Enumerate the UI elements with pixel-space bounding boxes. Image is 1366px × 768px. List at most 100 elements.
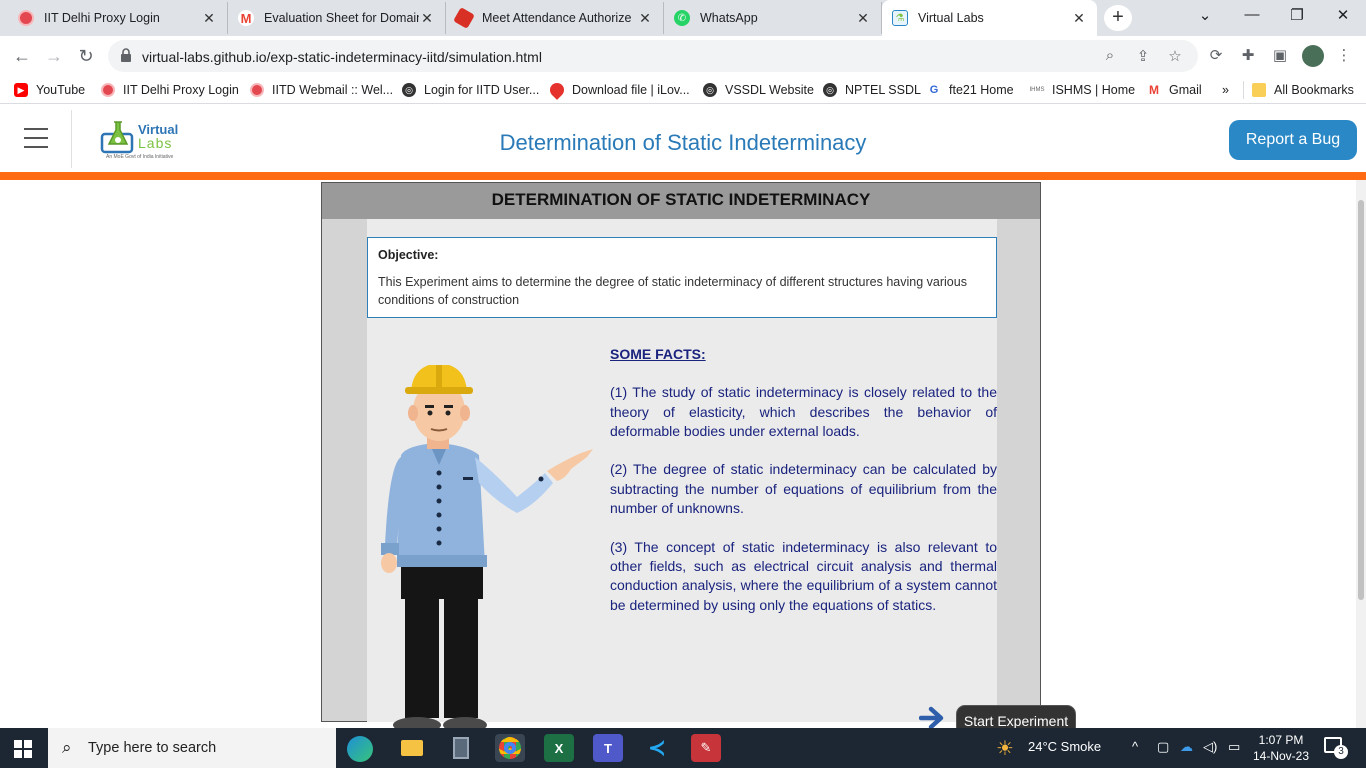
all-bookmarks-label: All Bookmarks bbox=[1274, 83, 1354, 97]
gmail-icon: M bbox=[1147, 83, 1161, 97]
windows-start-icon[interactable] bbox=[14, 740, 32, 758]
fact-item: (1) The study of static indeterminacy is… bbox=[610, 384, 997, 439]
iitd-icon bbox=[18, 10, 34, 26]
bookmark-nptel-ssdl[interactable]: ◎ NPTEL SSDL bbox=[823, 81, 921, 99]
menu-kebab-icon[interactable]: ⋮ bbox=[1334, 46, 1354, 66]
pdf-app-icon[interactable]: ✎ bbox=[691, 734, 721, 762]
vscode-icon[interactable]: ≺ bbox=[642, 734, 672, 762]
bookmark-youtube[interactable]: ▶ YouTube bbox=[14, 81, 85, 99]
bookmark-label: fte21 Home bbox=[949, 83, 1014, 97]
tab-title: Evaluation Sheet for Domain bbox=[264, 11, 419, 25]
bookmark-label: Download file | iLov... bbox=[572, 83, 690, 97]
globe-icon: ◎ bbox=[402, 83, 416, 97]
report-bug-button[interactable]: Report a Bug bbox=[1229, 120, 1357, 160]
bookmark-fte21[interactable]: G fte21 Home bbox=[927, 81, 1014, 99]
bookmark-vssdl[interactable]: ◎ VSSDL Website bbox=[703, 81, 814, 99]
tab-strip: IIT Delhi Proxy Login ✕ M Evaluation She… bbox=[0, 0, 1366, 36]
bookmark-label: VSSDL Website bbox=[725, 83, 814, 97]
bookmark-iitd-webmail[interactable]: IITD Webmail :: Wel... bbox=[250, 81, 393, 99]
tab-title: WhatsApp bbox=[700, 11, 758, 25]
ilovepdf-icon bbox=[547, 80, 567, 100]
tray-overflow-icon[interactable]: ^ bbox=[1132, 739, 1138, 754]
clock-date: 14-Nov-23 bbox=[1252, 749, 1310, 763]
taskbar-search[interactable]: ⌕ Type here to search bbox=[48, 728, 336, 768]
weather-icon: ☀ bbox=[996, 738, 1014, 760]
close-tab-icon[interactable]: ✕ bbox=[855, 10, 871, 27]
bookmark-ilovepdf[interactable]: Download file | iLov... bbox=[547, 80, 690, 100]
simulation-content: Objective: This Experiment aims to deter… bbox=[367, 219, 1076, 736]
bookmark-label: Gmail bbox=[1169, 83, 1202, 97]
tab-evaluation-sheet[interactable]: M Evaluation Sheet for Domain ✕ bbox=[228, 2, 446, 34]
facts-heading: SOME FACTS: bbox=[610, 346, 706, 362]
lock-icon bbox=[121, 48, 131, 62]
engineer-illustration bbox=[381, 365, 593, 733]
volume-icon[interactable]: ◁) bbox=[1203, 739, 1217, 755]
page-title: Determination of Static Indeterminacy bbox=[499, 130, 867, 155]
bookmark-star-icon[interactable]: ☆ bbox=[1166, 47, 1184, 65]
scrollbar-thumb[interactable] bbox=[1358, 200, 1364, 600]
forward-button[interactable]: → bbox=[42, 44, 66, 68]
edge-icon[interactable] bbox=[347, 736, 373, 762]
bookmark-label: YouTube bbox=[36, 83, 86, 97]
bookmark-label: Login for IITD User... bbox=[424, 83, 540, 97]
tab-search-icon[interactable]: ⌄ bbox=[1195, 6, 1215, 24]
onedrive-icon[interactable]: ☁ bbox=[1180, 739, 1193, 755]
close-tab-icon[interactable]: ✕ bbox=[637, 10, 653, 27]
simulation-frame: DETERMINATION OF STATIC INDETERMINACY Ob… bbox=[321, 182, 1076, 736]
bookmark-iitd-login[interactable]: ◎ Login for IITD User... bbox=[402, 81, 539, 99]
virtual-labs-icon: ⚗ bbox=[892, 10, 908, 26]
tab-iitd-proxy[interactable]: IIT Delhi Proxy Login ✕ bbox=[8, 2, 228, 34]
bookmarks-bar: ▶ YouTube IIT Delhi Proxy Login IITD Web… bbox=[0, 76, 1366, 104]
objective-text: This Experiment aims to determine the de… bbox=[378, 275, 967, 307]
iitd-icon bbox=[101, 83, 115, 97]
reload-button[interactable]: ↻ bbox=[74, 44, 98, 68]
meet-now-icon[interactable]: ▢ bbox=[1157, 739, 1169, 755]
file-explorer-icon[interactable] bbox=[397, 734, 427, 762]
tab-meet-attendance[interactable]: Meet Attendance Authorize ✕ bbox=[446, 2, 664, 34]
close-tab-icon[interactable]: ✕ bbox=[1071, 10, 1087, 27]
whatsapp-icon: ✆ bbox=[674, 10, 690, 26]
clock-time: 1:07 PM bbox=[1258, 733, 1304, 747]
bookmark-iitd-proxy[interactable]: IIT Delhi Proxy Login bbox=[101, 81, 239, 99]
simulation-title: DETERMINATION OF STATIC INDETERMINACY bbox=[322, 183, 1040, 219]
all-bookmarks-button[interactable]: All Bookmarks bbox=[1252, 81, 1354, 99]
close-tab-icon[interactable]: ✕ bbox=[201, 10, 217, 27]
calculator-icon[interactable] bbox=[446, 734, 476, 762]
excel-icon[interactable]: X bbox=[544, 734, 574, 762]
url-text: virtual-labs.github.io/exp-static-indete… bbox=[142, 49, 542, 65]
chrome-icon[interactable] bbox=[495, 734, 525, 762]
youtube-icon: ▶ bbox=[14, 83, 28, 97]
network-icon[interactable]: ▭ bbox=[1228, 739, 1240, 755]
address-bar[interactable]: virtual-labs.github.io/exp-static-indete… bbox=[108, 40, 1198, 72]
share-icon[interactable]: ⇪ bbox=[1134, 47, 1152, 65]
bookmark-label: IIT Delhi Proxy Login bbox=[123, 83, 239, 97]
close-tab-icon[interactable]: ✕ bbox=[419, 10, 435, 27]
bookmark-label: NPTEL SSDL bbox=[845, 83, 921, 97]
fact-item: (3) The concept of static indeterminacy … bbox=[610, 538, 997, 613]
close-window-button[interactable]: ✕ bbox=[1333, 6, 1353, 24]
bookmark-gmail[interactable]: M Gmail bbox=[1147, 81, 1202, 99]
side-panel-icon[interactable]: ▣ bbox=[1270, 46, 1290, 66]
tab-virtual-labs[interactable]: ⚗ Virtual Labs ✕ bbox=[882, 0, 1097, 36]
weather-text[interactable]: 24°C Smoke bbox=[1028, 739, 1101, 754]
back-button[interactable]: ← bbox=[10, 44, 34, 68]
extensions-icon[interactable]: ✚ bbox=[1238, 46, 1258, 66]
profile-avatar[interactable] bbox=[1302, 45, 1324, 67]
globe-icon: ◎ bbox=[823, 83, 837, 97]
taskbar-clock[interactable]: 1:07 PM 14-Nov-23 bbox=[1250, 732, 1312, 764]
tab-whatsapp[interactable]: ✆ WhatsApp ✕ bbox=[664, 2, 882, 34]
new-tab-button[interactable]: + bbox=[1104, 5, 1132, 31]
restore-button[interactable]: ❐ bbox=[1287, 6, 1307, 24]
teams-icon[interactable]: T bbox=[593, 734, 623, 762]
minimize-button[interactable]: — bbox=[1242, 6, 1262, 23]
zoom-icon[interactable]: ⌕ bbox=[1101, 47, 1119, 65]
globe-icon: ◎ bbox=[703, 83, 717, 97]
sync-icon[interactable]: ⟳ bbox=[1206, 46, 1226, 66]
browser-toolbar: ← → ↻ virtual-labs.github.io/exp-static-… bbox=[0, 36, 1366, 76]
search-placeholder: Type here to search bbox=[88, 740, 217, 756]
fact-item: (2) The degree of static indeterminacy c… bbox=[610, 461, 997, 517]
notifications-icon[interactable]: 3 bbox=[1324, 737, 1348, 759]
tab-title: Meet Attendance Authorize bbox=[482, 11, 632, 25]
bookmark-ishms[interactable]: IHMS ISHMS | Home bbox=[1030, 81, 1135, 99]
bookmarks-overflow-button[interactable]: » bbox=[1222, 81, 1229, 99]
